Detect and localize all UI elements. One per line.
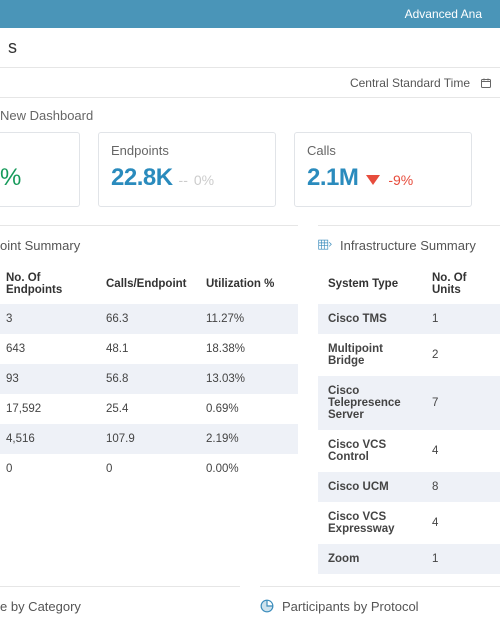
dashboard-name[interactable]: New Dashboard — [0, 108, 93, 123]
kpi-delta-calls: -9% — [388, 172, 413, 188]
table-row[interactable]: 000.00% — [0, 454, 298, 484]
trend-down-icon — [366, 175, 380, 185]
infra-summary-table: System Type No. Of Units Cisco TMS1 Mult… — [318, 264, 500, 574]
kpi-title-endpoints: Endpoints — [111, 143, 263, 158]
table-row[interactable]: 366.311.27% — [0, 304, 298, 334]
topbar: Advanced Ana — [0, 0, 500, 28]
table-row[interactable]: 4,516107.92.19% — [0, 424, 298, 454]
col-calls-per-endpoint[interactable]: Calls/Endpoint — [100, 264, 200, 304]
bottom-panels-row: e by Category Participants by Protocol — [0, 586, 500, 625]
table-row[interactable]: 64348.118.38% — [0, 334, 298, 364]
table-row[interactable]: Cisco VCS Expressway4 — [318, 502, 500, 544]
page-title-row: s — [0, 28, 500, 68]
dashboard-name-row: New Dashboard — [0, 98, 500, 132]
kpi-value-endpoints: 22.8K — [111, 164, 173, 192]
kpi-card-endpoints[interactable]: Endpoints 22.8K -- 0% — [98, 132, 276, 207]
calendar-icon[interactable] — [480, 77, 492, 89]
table-row[interactable]: Cisco Telepresence Server7 — [318, 376, 500, 430]
col-units[interactable]: No. Of Units — [426, 264, 500, 304]
kpi-card-calls[interactable]: Calls 2.1M -9% — [294, 132, 472, 207]
col-system-type[interactable]: System Type — [318, 264, 426, 304]
table-row[interactable]: Cisco UCM8 — [318, 472, 500, 502]
kpi-value-calls: 2.1M — [307, 164, 358, 192]
endpoint-summary-panel: oint Summary No. Of Endpoints Calls/Endp… — [0, 225, 298, 574]
grid-icon — [318, 239, 332, 251]
kpi-cards-row: % Endpoints 22.8K -- 0% Calls 2.1M -9% — [0, 132, 500, 225]
table-row[interactable]: 9356.813.03% — [0, 364, 298, 394]
infra-summary-header: Infrastructure Summary — [318, 226, 500, 264]
pie-chart-icon — [260, 599, 274, 613]
table-row[interactable]: Cisco VCS Control4 — [318, 430, 500, 472]
endpoint-summary-title: oint Summary — [0, 238, 80, 253]
page-title: s — [8, 37, 17, 58]
infra-summary-title: Infrastructure Summary — [340, 238, 476, 253]
by-category-title: e by Category — [0, 599, 81, 614]
kpi-title-calls: Calls — [307, 143, 459, 158]
table-row[interactable]: Zoom1 — [318, 544, 500, 574]
kpi-partial-value: % — [0, 164, 21, 192]
subbar: Central Standard Time — [0, 68, 500, 98]
participants-by-protocol-panel: Participants by Protocol — [260, 586, 500, 625]
kpi-card-partial: % — [0, 132, 80, 207]
col-utilization[interactable]: Utilization % — [200, 264, 298, 304]
kpi-delta-endpoints: 0% — [194, 172, 214, 188]
kpi-dash: -- — [179, 172, 188, 188]
advanced-analytics-link[interactable]: Advanced Ana — [405, 7, 482, 21]
table-row[interactable]: 17,59225.40.69% — [0, 394, 298, 424]
endpoint-summary-header: oint Summary — [0, 226, 298, 264]
infrastructure-summary-panel: Infrastructure Summary System Type No. O… — [318, 225, 500, 574]
participants-title: Participants by Protocol — [282, 599, 419, 614]
summary-panels-row: oint Summary No. Of Endpoints Calls/Endp… — [0, 225, 500, 574]
table-row[interactable]: Multipoint Bridge2 — [318, 334, 500, 376]
by-category-panel: e by Category — [0, 586, 240, 625]
timezone-label: Central Standard Time — [350, 76, 470, 90]
table-row[interactable]: Cisco TMS1 — [318, 304, 500, 334]
col-endpoints[interactable]: No. Of Endpoints — [0, 264, 100, 304]
endpoint-summary-table: No. Of Endpoints Calls/Endpoint Utilizat… — [0, 264, 298, 484]
